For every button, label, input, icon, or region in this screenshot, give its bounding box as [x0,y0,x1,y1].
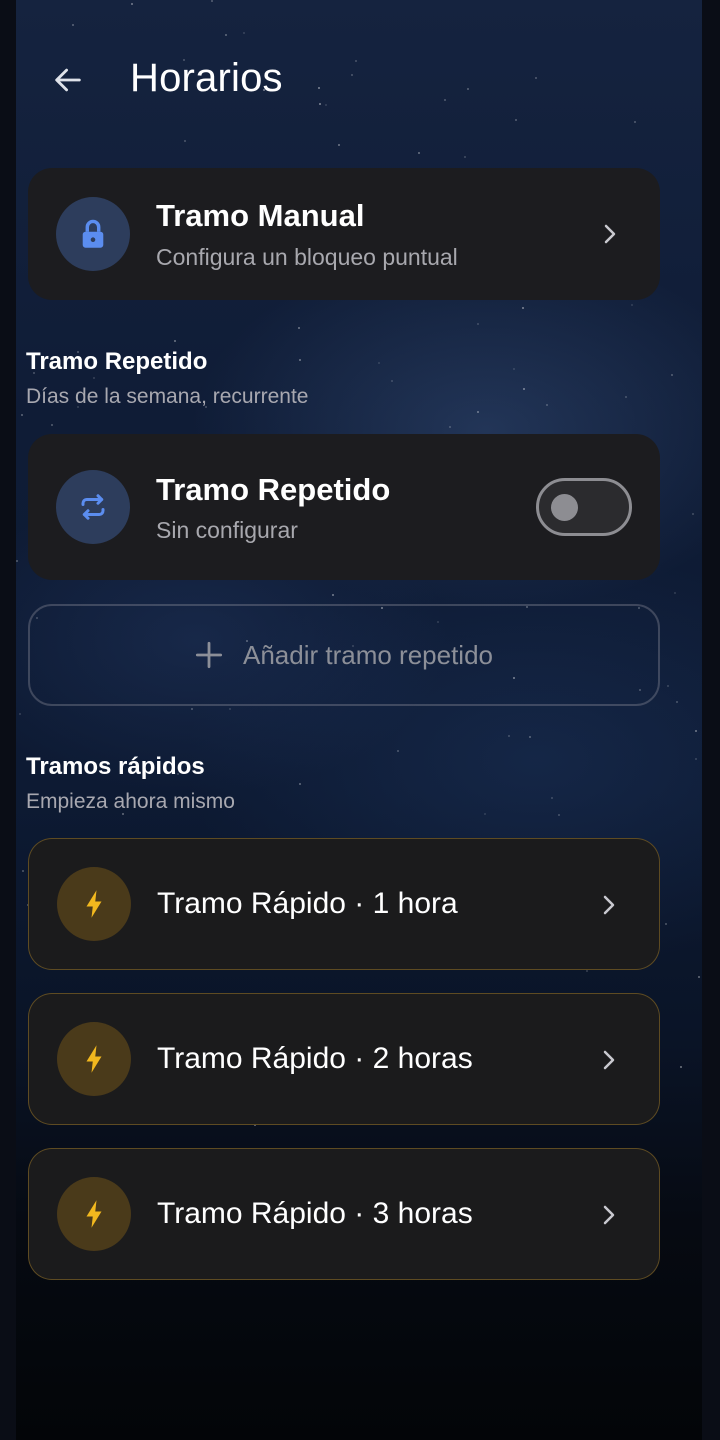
add-repeated-slot-label: Añadir tramo repetido [242,639,494,670]
top-app-bar: Horarios [16,48,702,110]
star-dot [508,735,510,737]
bolt-icon-badge [57,1177,131,1251]
chevron-right-icon [599,893,619,917]
page-title: Horarios [130,56,283,100]
star-dot [676,701,678,703]
star-dot [299,359,301,361]
star-dot [131,3,133,5]
star-dot [298,327,300,329]
star-dot [667,685,669,687]
repeated-slot-title: Tramo Repetido [156,472,391,507]
star-dot [332,594,334,596]
repeated-section-title: Tramo Repetido [26,348,208,375]
star-dot [695,758,697,760]
star-dot [16,560,18,562]
bolt-icon-badge [57,867,131,941]
star-dot [477,411,479,413]
star-dot [225,34,227,36]
star-dot [634,121,636,123]
repeat-icon [81,494,105,520]
quick-section-subtitle: Empieza ahora mismo [26,790,235,813]
quick-slot-label: Tramo Rápido · 3 horas [157,1197,473,1230]
star-dot [174,340,176,342]
repeat-icon-badge [56,470,130,544]
manual-slot-card[interactable]: Tramo Manual Configura un bloqueo puntua… [28,168,660,300]
quick-slot-label: Tramo Rápido · 1 hora [157,887,458,920]
add-repeated-slot-button[interactable]: Añadir tramo repetido [28,604,660,706]
star-dot [558,814,560,816]
star-dot [484,813,486,815]
quick-section-title: Tramos rápidos [26,753,205,780]
arrow-left-icon [55,68,81,92]
star-dot [72,24,74,26]
star-dot [378,362,380,364]
star-dot [21,414,23,416]
manual-slot-title: Tramo Manual [156,198,365,233]
star-dot [229,708,231,710]
star-dot [546,404,548,406]
star-dot [665,923,667,925]
chevron-right-icon [600,222,620,246]
quick-slot-item[interactable]: Tramo Rápido · 1 hora [28,838,660,970]
lock-icon [82,219,104,248]
star-dot [184,140,186,142]
screen-edge-left [0,0,16,1440]
star-dot [191,708,193,710]
star-dot [93,377,95,379]
manual-slot-subtitle: Configura un bloqueo puntual [156,244,458,270]
star-dot [515,119,517,121]
star-dot [51,424,53,426]
star-dot [391,380,393,382]
back-button[interactable] [46,58,90,102]
star-dot [338,144,340,146]
quick-slot-item[interactable]: Tramo Rápido · 3 horas [28,1148,660,1280]
screen-edge-right [702,0,720,1440]
star-dot [695,730,697,732]
star-dot [299,783,301,785]
repeated-section-subtitle: Días de la semana, recurrente [26,385,309,408]
lightning-bolt-icon [86,1045,102,1073]
quick-slot-label: Tramo Rápido · 2 horas [157,1042,473,1075]
star-dot [397,750,399,752]
star-dot [19,713,21,715]
bolt-icon-badge [57,1022,131,1096]
star-dot [477,323,479,325]
star-dot [522,307,524,309]
star-dot [449,426,451,428]
star-dot [243,32,245,34]
lightning-bolt-icon [86,1200,102,1228]
star-dot [513,368,515,370]
star-dot [671,374,673,376]
star-dot [551,797,553,799]
lightning-bolt-icon [86,890,102,918]
star-dot [698,976,700,978]
chevron-right-icon [599,1048,619,1072]
star-dot [625,396,627,398]
quick-slot-item[interactable]: Tramo Rápido · 2 horas [28,993,660,1125]
lock-icon-badge [56,197,130,271]
star-dot [586,970,588,972]
plus-icon [195,641,223,669]
star-dot [529,736,531,738]
repeated-slot-subtitle: Sin configurar [156,517,298,543]
star-dot [674,592,676,594]
chevron-right-icon [599,1203,619,1227]
star-dot [692,513,694,515]
star-dot [523,388,525,390]
app-screen: Horarios Tramo Manual Configura un bloqu… [16,0,702,1440]
star-dot [680,1066,682,1068]
repeated-slot-card[interactable]: Tramo Repetido Sin configurar [28,434,660,580]
star-dot [631,304,633,306]
toggle-knob [551,494,578,521]
repeated-slot-toggle[interactable] [536,478,632,536]
star-dot [211,0,213,2]
star-dot [464,156,466,158]
star-dot [22,870,24,872]
star-dot [418,152,420,154]
